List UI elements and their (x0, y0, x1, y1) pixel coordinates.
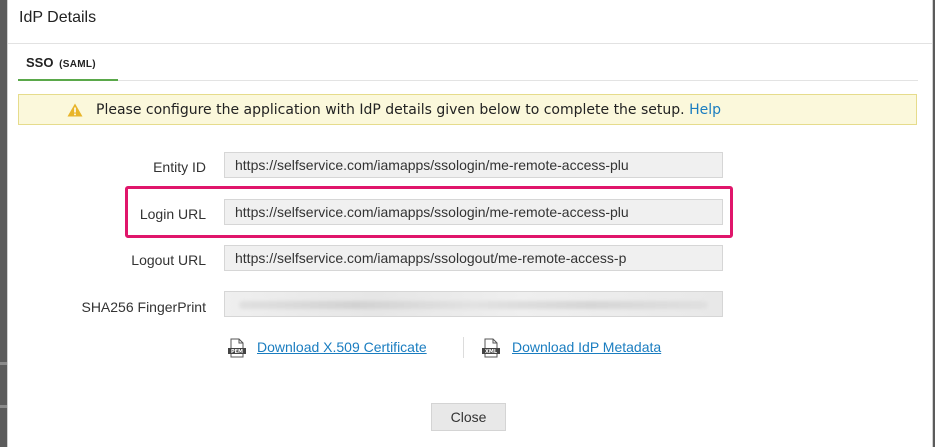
warning-icon (67, 103, 83, 117)
backdrop-edge-mark (0, 362, 7, 365)
entity-id-label: Entity ID (153, 159, 206, 175)
setup-alert: Please configure the application with Id… (18, 94, 917, 125)
redacted-value (239, 301, 708, 309)
idp-details-dialog: IdP Details SSO (SAML) Please configure … (7, 0, 933, 447)
download-divider (463, 337, 464, 358)
logout-url-field[interactable]: https://selfservice.com/iamapps/ssologou… (224, 245, 723, 271)
pem-file-icon[interactable]: PEM (227, 338, 247, 358)
login-url-field[interactable]: https://selfservice.com/iamapps/ssologin… (224, 199, 723, 225)
xml-badge-text: XML (485, 349, 498, 355)
dialog-title: IdP Details (19, 9, 97, 26)
logout-url-label: Logout URL (131, 252, 206, 268)
help-link[interactable]: Help (689, 102, 721, 118)
download-metadata-link[interactable]: Download IdP Metadata (512, 339, 661, 355)
tab-sso-saml[interactable]: SSO (SAML) (18, 44, 118, 81)
sha256-field[interactable] (224, 291, 723, 317)
tab-strip: SSO (SAML) (18, 44, 918, 81)
dialog-header: IdP Details (8, 0, 932, 44)
close-button[interactable]: Close (431, 403, 506, 431)
tab-label-sub: (SAML) (59, 59, 96, 70)
alert-message: Please configure the application with Id… (96, 102, 685, 118)
xml-file-icon[interactable]: XML (481, 338, 501, 358)
download-certificate-link[interactable]: Download X.509 Certificate (257, 339, 427, 355)
sha256-label: SHA256 FingerPrint (81, 299, 206, 315)
entity-id-field[interactable]: https://selfservice.com/iamapps/ssologin… (224, 152, 723, 178)
alert-message-wrap: Please configure the application with Id… (96, 102, 721, 118)
pem-badge-text: PEM (231, 349, 243, 355)
login-url-label: Login URL (139, 206, 206, 222)
tab-label: SSO (SAML) (26, 55, 96, 70)
tab-label-main: SSO (26, 55, 54, 70)
backdrop-edge-mark (0, 405, 7, 408)
